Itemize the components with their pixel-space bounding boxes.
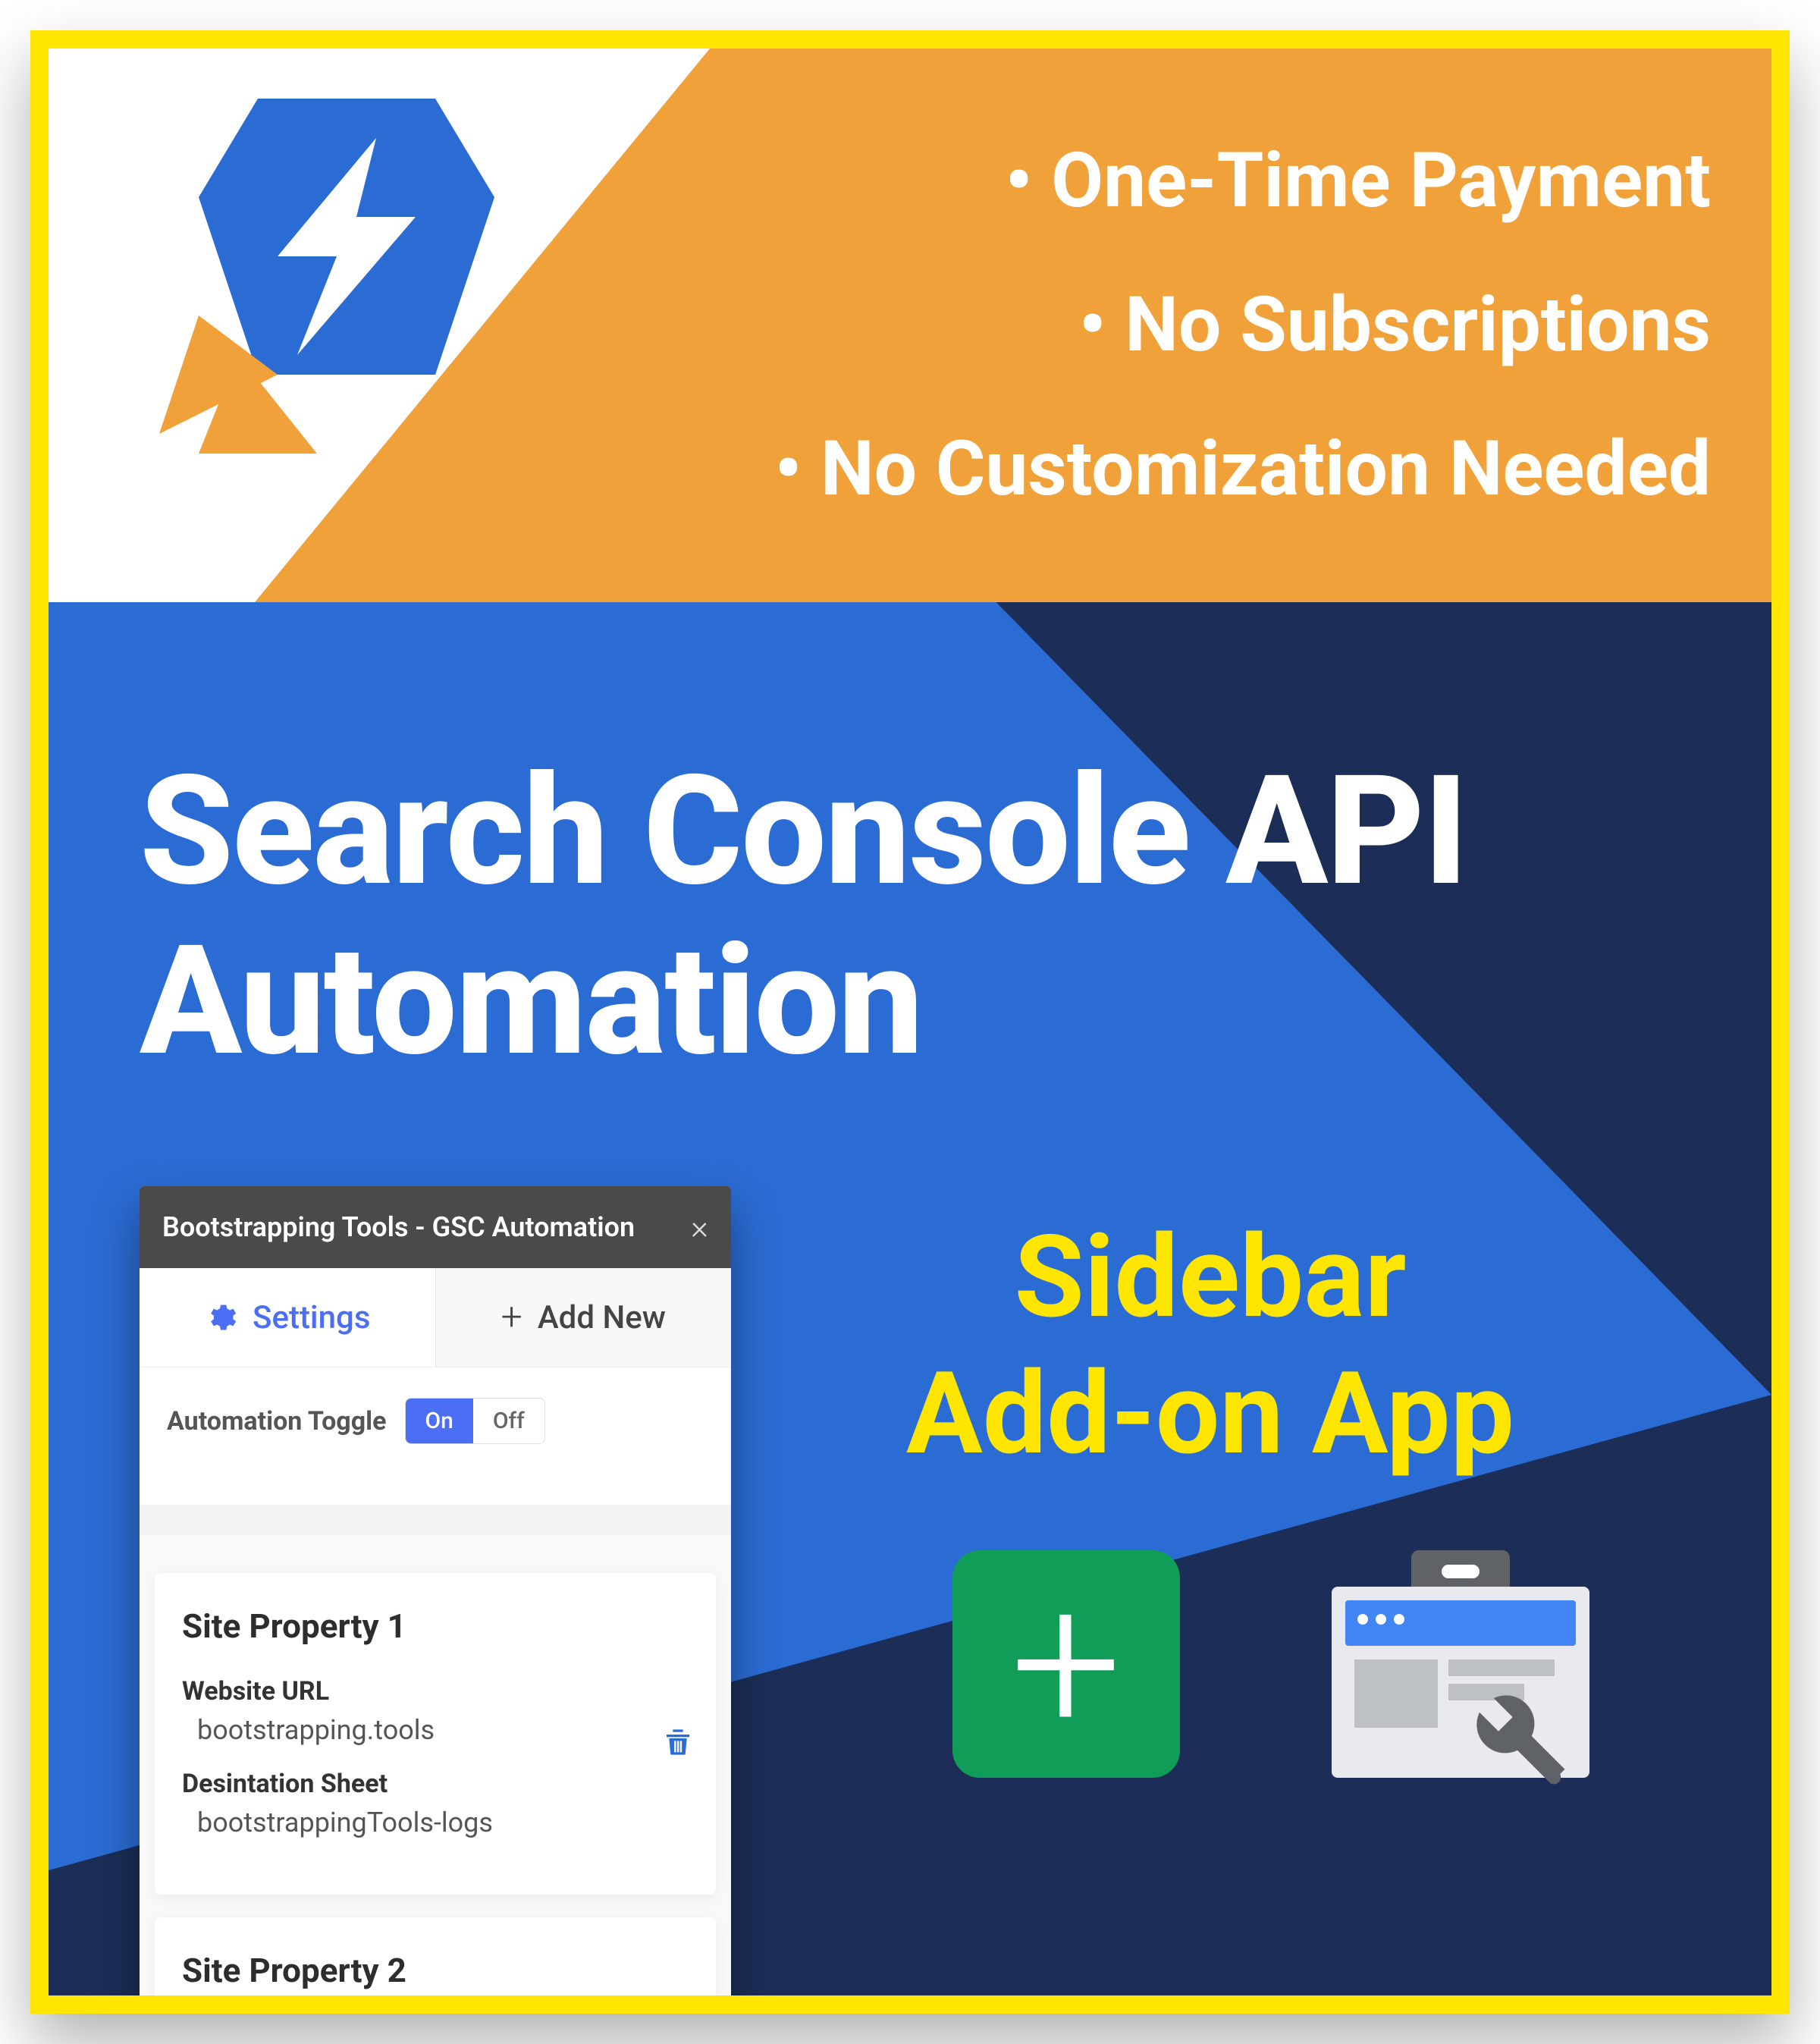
bullet-item: One-Time Payment <box>774 109 1711 253</box>
tab-addnew-label: Add New <box>538 1299 666 1336</box>
plus-icon: + <box>501 1295 522 1339</box>
field-label: Website URL <box>182 1676 689 1706</box>
automation-toggle[interactable]: On Off <box>405 1398 545 1444</box>
brand-logo-icon <box>140 79 534 473</box>
bullet-item: No Subscriptions <box>774 253 1711 397</box>
site-property-card: Site Property 2 <box>155 1917 716 2014</box>
panel-tabs: Settings + Add New <box>140 1268 731 1367</box>
toggle-label: Automation Toggle <box>167 1406 387 1436</box>
sidebar-app-label: Sidebar Add-on App <box>755 1209 1665 1482</box>
search-console-icon <box>1332 1550 1589 1778</box>
yellow-line: Add-on App <box>755 1345 1665 1482</box>
card-title: Site Property 2 <box>182 1951 689 1990</box>
panel-title: Bootstrapping Tools - GSC Automation <box>162 1211 635 1243</box>
toggle-on[interactable]: On <box>406 1399 473 1443</box>
hero-title-line: Search Console API <box>140 746 1467 916</box>
toggle-off[interactable]: Off <box>473 1399 544 1443</box>
hero-title-line: Automation <box>140 916 1467 1086</box>
automation-toggle-row: Automation Toggle On Off <box>167 1398 704 1444</box>
promo-frame: One-Time Payment No Subscriptions No Cus… <box>30 30 1790 2014</box>
yellow-line: Sidebar <box>755 1209 1665 1345</box>
sidebar-panel: Bootstrapping Tools - GSC Automation × S… <box>140 1186 731 2014</box>
feature-bullets: One-Time Payment No Subscriptions No Cus… <box>774 109 1711 542</box>
panel-divider <box>140 1505 731 1535</box>
panel-body: Site Property 1 Website URL bootstrappin… <box>140 1535 731 2014</box>
hero-title: Search Console API Automation <box>140 746 1467 1086</box>
gear-icon <box>204 1301 237 1334</box>
bullet-item: No Customization Needed <box>774 397 1711 542</box>
top-section: One-Time Payment No Subscriptions No Cus… <box>49 49 1771 602</box>
card-title: Site Property 1 <box>182 1606 689 1646</box>
close-icon[interactable]: × <box>691 1207 708 1247</box>
panel-header: Bootstrapping Tools - GSC Automation × <box>140 1186 731 1268</box>
sheets-icon: + <box>952 1550 1180 1778</box>
site-property-card: Site Property 1 Website URL bootstrappin… <box>155 1573 716 1895</box>
tab-add-new[interactable]: + Add New <box>435 1268 732 1367</box>
wrench-icon <box>1461 1679 1574 1793</box>
app-icons-row: + <box>952 1550 1589 1778</box>
plus-icon: + <box>1011 1565 1122 1763</box>
hero-section: Search Console API Automation Bootstrapp… <box>49 602 1771 2014</box>
trash-icon[interactable] <box>663 1725 693 1767</box>
tab-settings-label: Settings <box>253 1299 370 1336</box>
tab-settings[interactable]: Settings <box>140 1268 435 1367</box>
field-label: Desintation Sheet <box>182 1769 689 1799</box>
field-value: bootstrappingTools-logs <box>197 1807 689 1838</box>
field-value: bootstrapping.tools <box>197 1714 689 1746</box>
panel-body: Automation Toggle On Off <box>140 1367 731 1505</box>
